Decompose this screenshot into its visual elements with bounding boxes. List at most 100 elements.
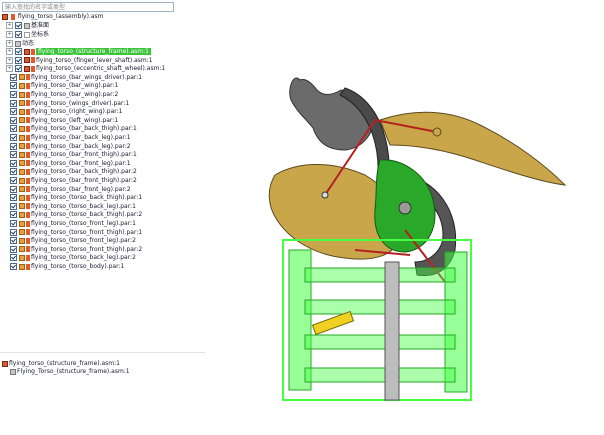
part-icon — [19, 91, 25, 98]
part-icon — [19, 117, 25, 124]
checkbox[interactable] — [10, 202, 17, 210]
checkbox[interactable] — [10, 73, 17, 81]
expand-icon[interactable]: + — [6, 48, 13, 55]
tree-item[interactable]: + flying_torso_(finger_lever_shaft).asm:1 — [6, 56, 153, 65]
checkbox[interactable] — [15, 65, 22, 73]
tree-item[interactable]: flying_torso_(torso_back_thigh).par:1 — [10, 194, 142, 202]
tree-item-label: flying_torso_(bar_front_thigh).par:2 — [31, 177, 137, 184]
pathfinder-panel: 输入查找的名字或类型 flying_torso_(assembly).asm +… — [0, 0, 205, 435]
tree-item[interactable]: flying_torso_(bar_back_thigh).par:1 — [10, 125, 137, 133]
tree-item[interactable]: flying_torso_(bar_back_leg).par:2 — [10, 142, 131, 151]
part-icon — [19, 237, 25, 244]
checkbox[interactable] — [10, 254, 17, 262]
tree-item[interactable]: flying_torso_(bar_back_leg).par:1 — [10, 134, 131, 142]
pin-icon — [26, 82, 30, 89]
pin-icon — [26, 91, 30, 98]
horse-silhouette — [289, 77, 374, 151]
checkbox[interactable] — [10, 99, 17, 107]
tree-item[interactable]: flying_torso_(bar_front_thigh).par:2 — [10, 177, 137, 185]
tree-item[interactable]: flying_torso_(torso_front_thigh).par:2 — [10, 245, 143, 254]
tree-root[interactable]: flying_torso_(assembly).asm — [2, 13, 103, 21]
tree-item-label: flying_torso_(torso_front_thigh).par:2 — [31, 245, 143, 253]
bottom-sub[interactable]: Flying_Torso_(structure_frame).asm:1 — [10, 368, 130, 376]
checkbox[interactable] — [10, 194, 17, 202]
expand-icon[interactable]: + — [6, 65, 13, 73]
assembly-icon — [24, 57, 30, 64]
tree-item[interactable]: flying_torso_(torso_back_leg).par:2 — [10, 254, 136, 262]
checkbox[interactable] — [10, 108, 17, 116]
3d-viewport[interactable] — [205, 0, 604, 435]
checkbox[interactable] — [10, 245, 17, 253]
part-icon — [19, 134, 25, 141]
tree-item[interactable]: flying_torso_(left_wing).par:1 — [10, 116, 118, 125]
pin-icon — [26, 203, 30, 210]
tree-node-planes[interactable]: + 基准面 — [6, 22, 49, 30]
pin-icon — [26, 186, 30, 193]
expand-icon[interactable]: + — [6, 31, 13, 38]
tree-item[interactable]: flying_torso_(bar_front_leg).par:1 — [10, 159, 131, 168]
tree-item-label: flying_torso_(bar_back_leg).par:1 — [31, 134, 131, 141]
checkbox[interactable] — [10, 185, 17, 193]
checkbox[interactable] — [15, 56, 22, 64]
assembly-icon — [2, 360, 8, 367]
tree-item[interactable]: flying_torso_(right_wing).par:1 — [10, 108, 122, 116]
checkbox[interactable] — [10, 151, 17, 159]
tree-item-label: flying_torso_(bar_wing).par:2 — [31, 91, 119, 98]
assembly-icon — [24, 48, 30, 55]
expand-icon[interactable]: + — [6, 56, 13, 64]
tree-item[interactable]: flying_torso_(torso_back_leg).par:1 — [10, 202, 136, 211]
tree-item[interactable]: flying_torso_(torso_front_leg).par:1 — [10, 220, 136, 228]
tree-item[interactable]: flying_torso_(torso_front_leg).par:2 — [10, 237, 136, 245]
checkbox[interactable] — [10, 82, 17, 90]
checkbox[interactable] — [10, 142, 17, 150]
expand-icon[interactable]: + — [6, 40, 13, 47]
checkbox[interactable] — [10, 91, 17, 98]
part-icon — [19, 211, 25, 218]
checkbox[interactable] — [10, 116, 17, 124]
checkbox[interactable] — [10, 134, 17, 141]
part-icon — [19, 254, 25, 261]
tree-item-label: flying_torso_(torso_back_thigh).par:1 — [31, 194, 143, 202]
checkbox[interactable] — [10, 159, 17, 167]
tree-item[interactable]: + flying_torso_(structure_frame).asm:1 — [6, 48, 151, 56]
assembly-icon — [24, 65, 30, 72]
tree-item[interactable]: flying_torso_(torso_back_thigh).par:2 — [10, 211, 142, 219]
tree-node-label: 基准面 — [31, 22, 50, 29]
tree-item[interactable]: flying_torso_(torso_front_thigh).par:1 — [10, 228, 143, 237]
checkbox[interactable] — [10, 177, 17, 184]
tree-item-label: flying_torso_(bar_back_thigh).par:1 — [31, 125, 137, 133]
tree-item[interactable]: flying_torso_(bar_wing).par:2 — [10, 91, 118, 99]
part-icon — [19, 100, 25, 107]
tree-node-coordsys[interactable]: + 坐标系 — [6, 31, 49, 39]
tree-item[interactable]: flying_torso_(bar_wings_driver).par:1 — [10, 73, 142, 82]
part-icon — [19, 168, 25, 175]
checkbox[interactable] — [10, 168, 17, 176]
tree-item-label: flying_torso_(torso_front_thigh).par:1 — [31, 228, 143, 236]
tree-item[interactable]: flying_torso_(bar_wing).par:1 — [10, 82, 118, 90]
tree-node-dynamic[interactable]: + 动态 — [6, 40, 34, 48]
tree-item[interactable]: flying_torso_(wings_driver).par:1 — [10, 99, 129, 108]
checkbox[interactable] — [10, 263, 17, 270]
checkbox[interactable] — [15, 48, 22, 55]
tree-item[interactable]: flying_torso_(bar_front_thigh).par:1 — [10, 151, 137, 159]
pin-icon — [26, 134, 30, 141]
checkbox[interactable] — [10, 211, 17, 219]
checkbox[interactable] — [10, 228, 17, 236]
tree-item[interactable]: flying_torso_(bar_back_thigh).par:2 — [10, 168, 137, 176]
part-icon — [19, 203, 25, 210]
checkbox[interactable] — [10, 125, 17, 133]
tree-item-label: flying_torso_(finger_lever_shaft).asm:1 — [36, 56, 153, 64]
panel-divider — [0, 352, 205, 353]
part-icon — [19, 220, 25, 227]
checkbox[interactable] — [15, 22, 22, 29]
tree-item-label: flying_torso_(torso_body).par:1 — [31, 263, 125, 270]
tree-item[interactable]: flying_torso_(bar_front_leg).par:2 — [10, 185, 131, 194]
bottom-title[interactable]: flying_torso_(structure_frame).asm:1 — [2, 360, 120, 368]
checkbox[interactable] — [10, 220, 17, 227]
tree-item[interactable]: flying_torso_(torso_body).par:1 — [10, 263, 124, 271]
checkbox[interactable] — [15, 31, 22, 38]
checkbox[interactable] — [10, 237, 17, 245]
expand-icon[interactable]: + — [6, 22, 13, 29]
search-input[interactable]: 输入查找的名字或类型 — [2, 2, 174, 12]
tree-item[interactable]: + flying_torso_(eccentric_shaft_wheel).as… — [6, 65, 165, 73]
